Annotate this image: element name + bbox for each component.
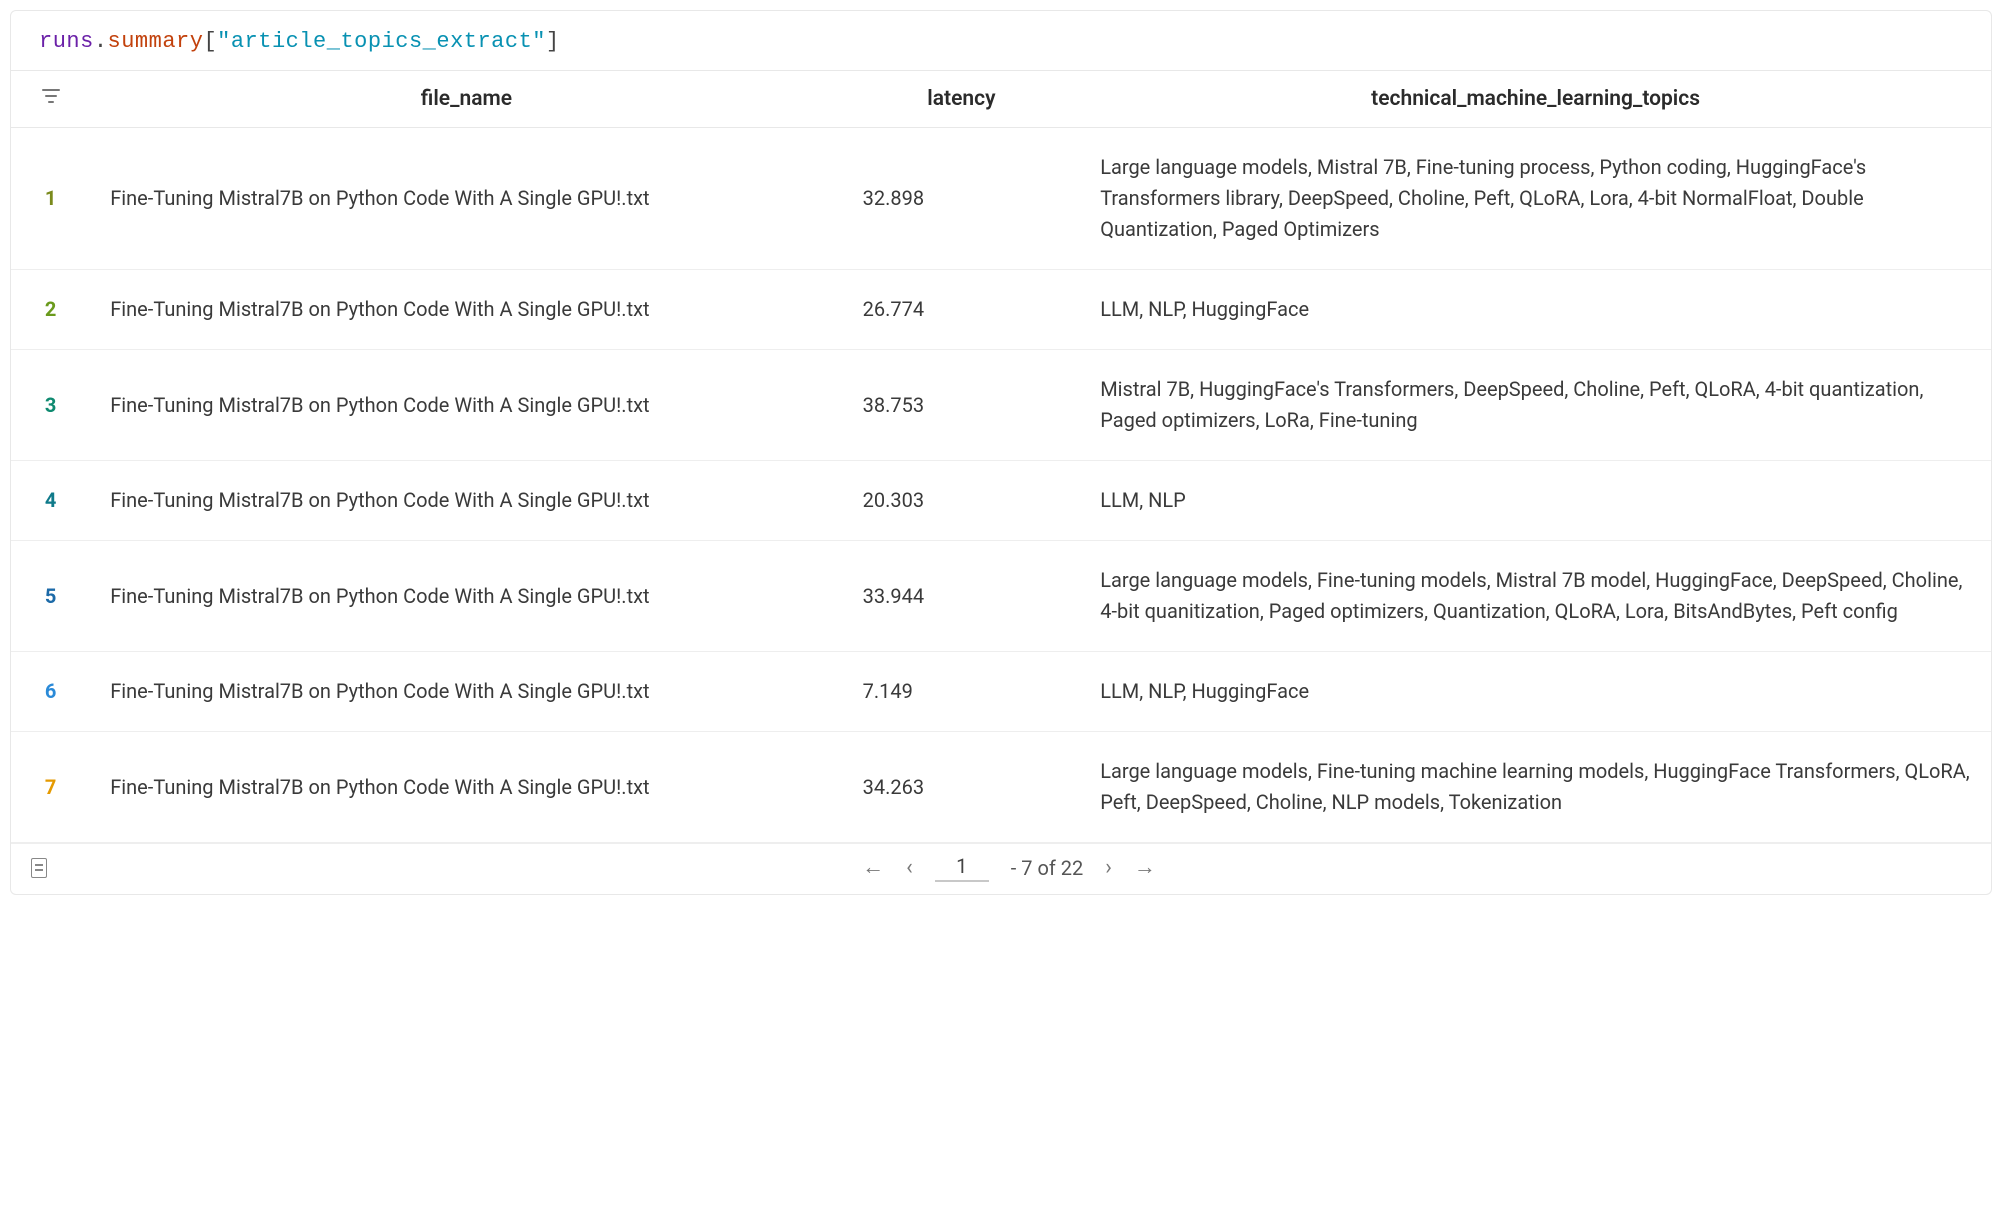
cell-topics: Large language models, Mistral 7B, Fine-… (1080, 128, 1991, 270)
cell-latency: 33.944 (843, 541, 1081, 652)
code-key: "article_topics_extract" (217, 29, 546, 54)
cell-file-name: Fine-Tuning Mistral7B on Python Code Wit… (90, 270, 842, 350)
row-index: 2 (11, 270, 90, 350)
cell-topics: Large language models, Fine-tuning model… (1080, 541, 1991, 652)
filter-icon (42, 89, 60, 105)
cell-topics: LLM, NLP (1080, 461, 1991, 541)
last-page-arrow-icon[interactable]: → (1134, 857, 1156, 879)
results-table-wrap: file_name latency technical_machine_lear… (11, 71, 1991, 843)
cell-latency: 38.753 (843, 350, 1081, 461)
cell-topics: LLM, NLP, HuggingFace (1080, 270, 1991, 350)
table-row[interactable]: 2 Fine-Tuning Mistral7B on Python Code W… (11, 270, 1991, 350)
code-expression: runs.summary["article_topics_extract"] (11, 11, 1991, 71)
cell-latency: 7.149 (843, 652, 1081, 732)
cell-topics: Mistral 7B, HuggingFace's Transformers, … (1080, 350, 1991, 461)
table-footer: ← ‹ 1 - 7 of 22 › → (11, 843, 1991, 894)
cell-topics: Large language models, Fine-tuning machi… (1080, 732, 1991, 843)
cell-topics: LLM, NLP, HuggingFace (1080, 652, 1991, 732)
table-header-row: file_name latency technical_machine_lear… (11, 71, 1991, 128)
cell-file-name: Fine-Tuning Mistral7B on Python Code Wit… (90, 128, 842, 270)
cell-latency: 20.303 (843, 461, 1081, 541)
row-index: 3 (11, 350, 90, 461)
first-page-arrow-icon[interactable]: ← (862, 857, 884, 879)
table-row[interactable]: 7 Fine-Tuning Mistral7B on Python Code W… (11, 732, 1991, 843)
cell-latency: 26.774 (843, 270, 1081, 350)
cell-latency: 32.898 (843, 128, 1081, 270)
table-row[interactable]: 5 Fine-Tuning Mistral7B on Python Code W… (11, 541, 1991, 652)
row-index: 1 (11, 128, 90, 270)
column-header-latency[interactable]: latency (843, 71, 1081, 128)
results-table: file_name latency technical_machine_lear… (11, 71, 1991, 843)
cell-file-name: Fine-Tuning Mistral7B on Python Code Wit… (90, 732, 842, 843)
prev-page-chevron-icon[interactable]: ‹ (906, 857, 913, 879)
code-ident: runs (39, 29, 94, 54)
code-attr: summary (108, 29, 204, 54)
cell-file-name: Fine-Tuning Mistral7B on Python Code Wit… (90, 652, 842, 732)
row-index: 6 (11, 652, 90, 732)
row-index: 7 (11, 732, 90, 843)
notes-icon[interactable] (31, 858, 47, 878)
page-number-input[interactable]: 1 (935, 854, 989, 882)
results-panel: runs.summary["article_topics_extract"] f… (10, 10, 1992, 895)
row-index: 5 (11, 541, 90, 652)
table-row[interactable]: 4 Fine-Tuning Mistral7B on Python Code W… (11, 461, 1991, 541)
column-header-file-name[interactable]: file_name (90, 71, 842, 128)
filter-header[interactable] (11, 71, 90, 128)
table-row[interactable]: 1 Fine-Tuning Mistral7B on Python Code W… (11, 128, 1991, 270)
table-row[interactable]: 3 Fine-Tuning Mistral7B on Python Code W… (11, 350, 1991, 461)
cell-file-name: Fine-Tuning Mistral7B on Python Code Wit… (90, 461, 842, 541)
cell-latency: 34.263 (843, 732, 1081, 843)
table-row[interactable]: 6 Fine-Tuning Mistral7B on Python Code W… (11, 652, 1991, 732)
pagination: ← ‹ 1 - 7 of 22 › → (862, 854, 1156, 882)
cell-file-name: Fine-Tuning Mistral7B on Python Code Wit… (90, 541, 842, 652)
column-header-topics[interactable]: technical_machine_learning_topics (1080, 71, 1991, 128)
row-index: 4 (11, 461, 90, 541)
page-range: - 7 of 22 (1011, 856, 1084, 880)
next-page-chevron-icon[interactable]: › (1105, 857, 1112, 879)
cell-file-name: Fine-Tuning Mistral7B on Python Code Wit… (90, 350, 842, 461)
